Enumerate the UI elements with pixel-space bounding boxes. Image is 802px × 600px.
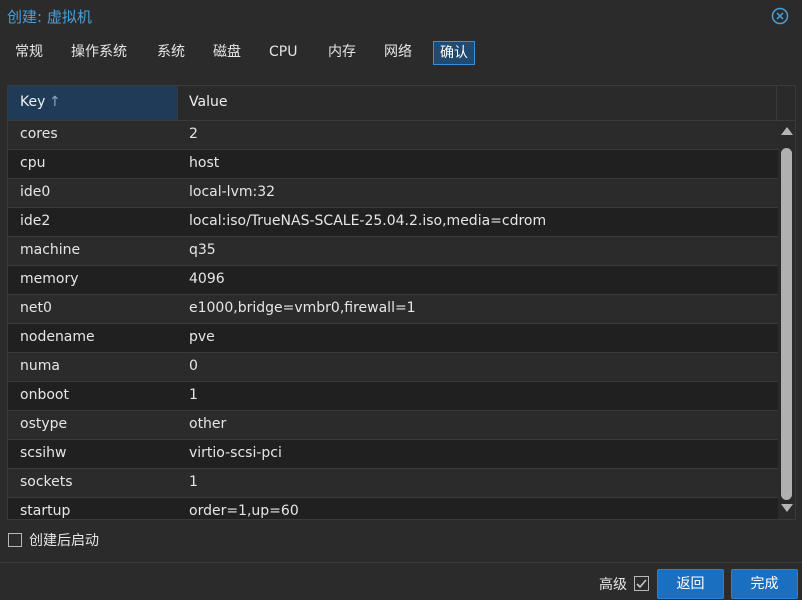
dialog-titlebar: 创建: 虚拟机 (0, 0, 802, 34)
advanced-checkbox[interactable] (634, 576, 649, 591)
checkmark-icon (636, 579, 647, 589)
column-header-value-label: Value (189, 94, 228, 110)
confirm-grid: Key ↑ Value cores 2 cpu host ide0 local-lvm:3… (7, 85, 796, 520)
table-row[interactable]: cores 2 (8, 121, 778, 150)
table-row[interactable]: ide0 local-lvm:32 (8, 179, 778, 208)
advanced-label: 高级 (599, 577, 627, 593)
row-key: net0 (20, 300, 52, 316)
dialog-footer: 高级 返回 完成 (0, 562, 802, 600)
table-row[interactable]: cpu host (8, 150, 778, 179)
scrollbar-thumb[interactable] (781, 148, 792, 500)
tab-disks[interactable]: 磁盘 (213, 40, 241, 64)
dialog-title: 创建: 虚拟机 (7, 8, 92, 26)
row-value: host (189, 155, 220, 171)
row-key: cpu (20, 155, 46, 171)
tab-memory[interactable]: 内存 (328, 40, 356, 64)
start-after-create-label: 创建后启动 (29, 533, 99, 549)
tab-os[interactable]: 操作系统 (71, 40, 127, 64)
row-key: numa (20, 358, 60, 374)
row-value: 1 (189, 474, 198, 490)
row-value: local:iso/TrueNAS-SCALE-25.04.2.iso,medi… (189, 213, 547, 229)
grid-header: Key ↑ Value (8, 86, 795, 121)
column-header-key-label: Key (20, 94, 46, 110)
table-row[interactable]: nodename pve (8, 324, 778, 353)
wizard-tabs: 常规 操作系统 系统 磁盘 CPU 内存 网络 确认 (0, 40, 802, 66)
scroll-up-arrow-icon[interactable] (781, 127, 793, 135)
close-icon[interactable] (771, 7, 789, 25)
row-value: order=1,up=60 (189, 503, 299, 519)
table-row[interactable]: memory 4096 (8, 266, 778, 295)
row-key: scsihw (20, 445, 67, 461)
sort-ascending-icon: ↑ (49, 94, 61, 110)
row-key: onboot (20, 387, 69, 403)
row-value: pve (189, 329, 215, 345)
vertical-scrollbar[interactable] (778, 121, 795, 519)
row-value: q35 (189, 242, 216, 258)
row-value: local-lvm:32 (189, 184, 276, 200)
tab-system[interactable]: 系统 (157, 40, 185, 64)
tab-cpu[interactable]: CPU (269, 40, 297, 64)
row-value: virtio-scsi-pci (189, 445, 282, 461)
table-row[interactable]: onboot 1 (8, 382, 778, 411)
tab-network[interactable]: 网络 (384, 40, 412, 64)
table-row[interactable]: machine q35 (8, 237, 778, 266)
tab-confirm[interactable]: 确认 (433, 41, 475, 65)
table-row[interactable]: numa 0 (8, 353, 778, 382)
row-value: 1 (189, 387, 198, 403)
row-value: 2 (189, 126, 198, 142)
table-row[interactable]: startup order=1,up=60 (8, 498, 778, 519)
row-value: 4096 (189, 271, 225, 287)
row-key: ostype (20, 416, 68, 432)
row-key: sockets (20, 474, 73, 490)
row-key: ide0 (20, 184, 51, 200)
finish-button[interactable]: 完成 (731, 569, 798, 599)
row-key: nodename (20, 329, 95, 345)
row-key: cores (20, 126, 58, 142)
grid-rows: cores 2 cpu host ide0 local-lvm:32 ide2 local:i… (8, 121, 778, 519)
scroll-down-arrow-icon[interactable] (781, 504, 793, 512)
row-value: 0 (189, 358, 198, 374)
table-row[interactable]: net0 e1000,bridge=vmbr0,firewall=1 (8, 295, 778, 324)
row-key: machine (20, 242, 81, 258)
row-value: e1000,bridge=vmbr0,firewall=1 (189, 300, 416, 316)
row-key: startup (20, 503, 71, 519)
table-row[interactable]: sockets 1 (8, 469, 778, 498)
column-header-value[interactable]: Value (178, 86, 777, 120)
row-key: ide2 (20, 213, 51, 229)
tab-general[interactable]: 常规 (15, 40, 43, 64)
row-value: other (189, 416, 227, 432)
column-header-key[interactable]: Key ↑ (8, 86, 178, 120)
start-after-create-checkbox[interactable] (8, 533, 22, 547)
row-key: memory (20, 271, 79, 287)
back-button[interactable]: 返回 (657, 569, 724, 599)
table-row[interactable]: scsihw virtio-scsi-pci (8, 440, 778, 469)
table-row[interactable]: ide2 local:iso/TrueNAS-SCALE-25.04.2.iso,… (8, 208, 778, 237)
table-row[interactable]: ostype other (8, 411, 778, 440)
